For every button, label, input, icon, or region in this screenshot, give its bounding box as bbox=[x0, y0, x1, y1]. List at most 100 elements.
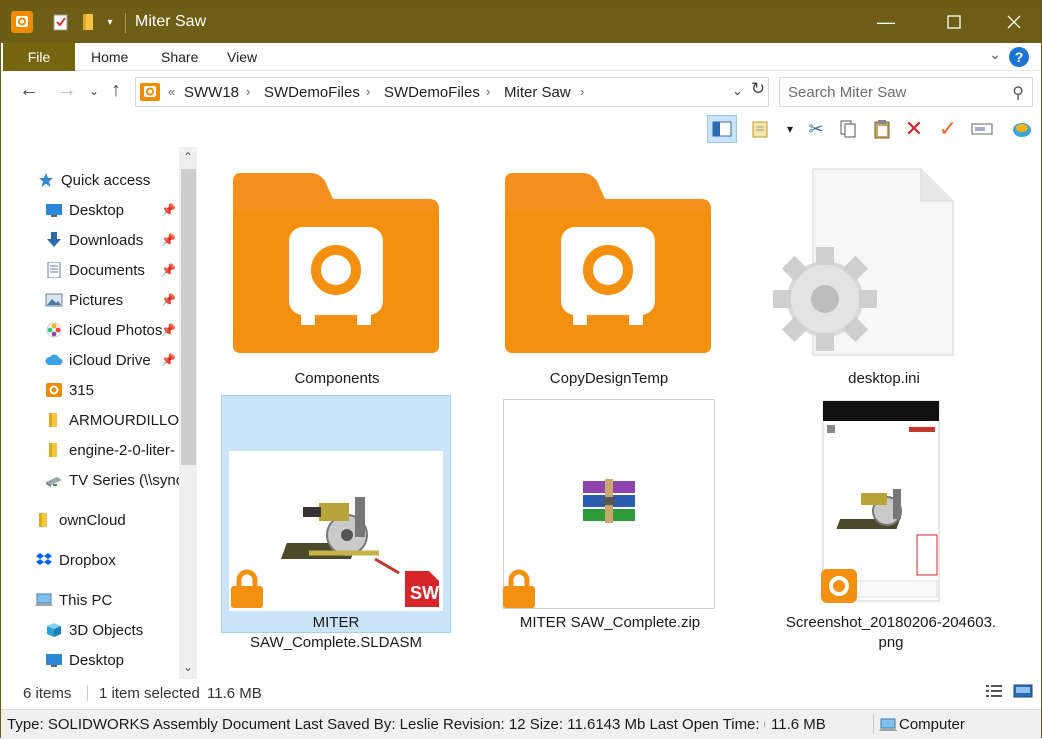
scroll-down-icon[interactable]: ⌄ bbox=[179, 657, 197, 677]
breadcrumb-chevron-icon[interactable]: › bbox=[580, 84, 584, 99]
vault-shell-icon[interactable] bbox=[1007, 115, 1037, 143]
nav-label: Desktop bbox=[69, 201, 125, 219]
icloud-drive-icon bbox=[45, 352, 63, 368]
file-item-copydesigntemp[interactable]: CopyDesignTemp bbox=[501, 171, 717, 393]
delete-x-icon[interactable]: ✕ bbox=[899, 115, 929, 143]
checkmark-icon[interactable]: ✓ bbox=[933, 115, 963, 143]
nav-315[interactable]: 315 bbox=[45, 375, 199, 405]
folder-icon bbox=[45, 442, 63, 458]
properties-icon[interactable] bbox=[51, 11, 71, 33]
vault-folder-icon bbox=[233, 173, 439, 353]
file-item-miter-saw-zip[interactable]: MITER SAW_Complete.zip bbox=[501, 397, 719, 633]
folder-icon bbox=[35, 512, 53, 528]
breadcrumb-swdemofiles-1[interactable]: SWDemoFiles bbox=[264, 84, 360, 101]
breadcrumb-sww18[interactable]: SWW18 bbox=[184, 84, 239, 101]
file-item-components[interactable]: Components bbox=[229, 171, 445, 393]
folder-icon bbox=[45, 412, 63, 428]
navigation-pane: Quick access Desktop 📌 Downloads 📌 Docum… bbox=[1, 147, 199, 679]
cube-icon bbox=[45, 622, 63, 638]
breadcrumb-chevron-icon[interactable]: › bbox=[366, 84, 370, 99]
pin-icon[interactable]: 📌 bbox=[161, 263, 176, 277]
pin-icon[interactable]: 📌 bbox=[161, 353, 176, 367]
breadcrumb-chevron-icon[interactable]: › bbox=[486, 84, 490, 99]
selection-size: 11.6 MB bbox=[207, 685, 262, 702]
search-icon[interactable]: ⚲ bbox=[1012, 83, 1024, 103]
computer-icon bbox=[879, 717, 897, 737]
breadcrumb-overflow[interactable]: « bbox=[168, 84, 175, 99]
title-separator bbox=[125, 13, 126, 33]
explorer-window: ▾ Miter Saw — File Home Share View ⌄ ? ←… bbox=[0, 0, 1042, 739]
recent-locations-chevron-icon[interactable]: ⌄ bbox=[89, 84, 99, 98]
pin-icon[interactable]: 📌 bbox=[161, 203, 176, 217]
paste-icon[interactable] bbox=[867, 115, 897, 143]
address-dropdown-chevron-icon[interactable]: ⌄ bbox=[732, 83, 743, 99]
dropbox-icon bbox=[35, 552, 53, 568]
close-button[interactable] bbox=[991, 1, 1037, 43]
address-row: ← → ⌄ ↑ « SWW18 › SWDemoFiles › SWDemoFi… bbox=[1, 71, 1041, 113]
nav-armourdillo[interactable]: ARMOURDILLO A bbox=[45, 405, 199, 435]
new-folder-icon[interactable] bbox=[79, 11, 99, 33]
details-text: Type: SOLIDWORKS Assembly Document Last … bbox=[7, 716, 765, 733]
back-arrow-icon[interactable]: ← bbox=[19, 79, 39, 102]
copy-icon[interactable] bbox=[833, 115, 863, 143]
customize-quick-access-chevron-icon[interactable]: ▾ bbox=[103, 11, 117, 33]
vault-folder-icon bbox=[505, 173, 711, 353]
winrar-archive-icon bbox=[583, 479, 635, 523]
tab-view[interactable]: View bbox=[227, 43, 257, 71]
nav-engine[interactable]: engine-2-0-liter- bbox=[45, 435, 199, 465]
nav-label: 3D Objects bbox=[69, 621, 144, 639]
tab-file[interactable]: File bbox=[3, 43, 75, 71]
file-name-line2: png bbox=[878, 634, 904, 651]
forward-arrow-icon[interactable]: → bbox=[57, 79, 77, 102]
pin-icon[interactable]: 📌 bbox=[161, 233, 176, 247]
file-item-desktop-ini[interactable]: desktop.ini bbox=[771, 167, 997, 393]
nav-owncloud[interactable]: ownCloud bbox=[35, 505, 199, 535]
lock-icon bbox=[231, 569, 263, 608]
search-input[interactable]: Search Miter Saw ⚲ bbox=[779, 77, 1033, 107]
vault-app-icon[interactable] bbox=[11, 11, 33, 33]
vault-toolbar: ▾ ✂ ✕ ✓ bbox=[1, 113, 1041, 145]
nav-quick-access[interactable]: Quick access bbox=[37, 165, 199, 195]
cut-icon[interactable]: ✂ bbox=[801, 115, 831, 143]
file-name: Components bbox=[294, 370, 380, 387]
scroll-up-icon[interactable]: ⌃ bbox=[179, 147, 197, 167]
nav-this-pc[interactable]: This PC bbox=[35, 585, 199, 615]
search-placeholder: Search Miter Saw bbox=[788, 84, 907, 101]
file-name: desktop.ini bbox=[848, 370, 920, 387]
breadcrumb-miter-saw[interactable]: Miter Saw bbox=[504, 84, 571, 101]
help-button[interactable]: ? bbox=[1009, 47, 1029, 67]
nav-3d-objects[interactable]: 3D Objects bbox=[45, 615, 199, 645]
file-name: MITER SAW_Complete.SLDASM bbox=[249, 614, 422, 651]
file-item-miter-saw-sldasm[interactable]: SW MITER SAW_Complete.SLDASM bbox=[229, 451, 443, 651]
tab-home[interactable]: Home bbox=[91, 43, 128, 71]
details-size: 11.6 MB bbox=[771, 716, 826, 733]
nav-desktop-pc[interactable]: Desktop bbox=[45, 645, 199, 675]
pin-icon[interactable]: 📌 bbox=[161, 323, 176, 337]
nav-label: engine-2-0-liter- bbox=[69, 441, 175, 459]
expand-ribbon-chevron-icon[interactable]: ⌄ bbox=[989, 46, 1001, 63]
nav-label: 315 bbox=[69, 381, 95, 399]
nav-scrollbar-thumb[interactable] bbox=[181, 169, 196, 465]
file-item-screenshot-png[interactable]: Screenshot_20180206-204603. png bbox=[777, 399, 1005, 655]
details-view-icon[interactable] bbox=[985, 683, 1003, 703]
maximize-button[interactable] bbox=[931, 1, 977, 43]
tab-share[interactable]: Share bbox=[161, 43, 198, 71]
breadcrumb-chevron-icon[interactable]: › bbox=[246, 84, 250, 99]
status-divider bbox=[87, 685, 88, 701]
refresh-icon[interactable]: ↻ bbox=[747, 79, 769, 101]
up-arrow-icon[interactable]: ↑ bbox=[111, 79, 121, 102]
check-in-folder-icon[interactable] bbox=[745, 115, 775, 143]
rename-icon[interactable] bbox=[967, 115, 997, 143]
solidworks-logo-icon: SW bbox=[410, 583, 439, 603]
address-bar[interactable]: « SWW18 › SWDemoFiles › SWDemoFiles › Mi… bbox=[135, 77, 769, 107]
pin-icon[interactable]: 📌 bbox=[161, 293, 176, 307]
nav-tv-series[interactable]: TV Series (\\syno bbox=[45, 465, 199, 495]
computer-icon bbox=[35, 592, 53, 608]
preview-pane-icon[interactable] bbox=[707, 115, 737, 143]
file-name: CopyDesignTemp bbox=[549, 370, 669, 387]
minimize-button[interactable]: — bbox=[863, 1, 909, 43]
breadcrumb-swdemofiles-2[interactable]: SWDemoFiles bbox=[384, 84, 480, 101]
nav-label: Documents bbox=[69, 261, 145, 279]
large-icons-view-icon[interactable] bbox=[1013, 683, 1033, 703]
nav-dropbox[interactable]: Dropbox bbox=[35, 545, 199, 575]
